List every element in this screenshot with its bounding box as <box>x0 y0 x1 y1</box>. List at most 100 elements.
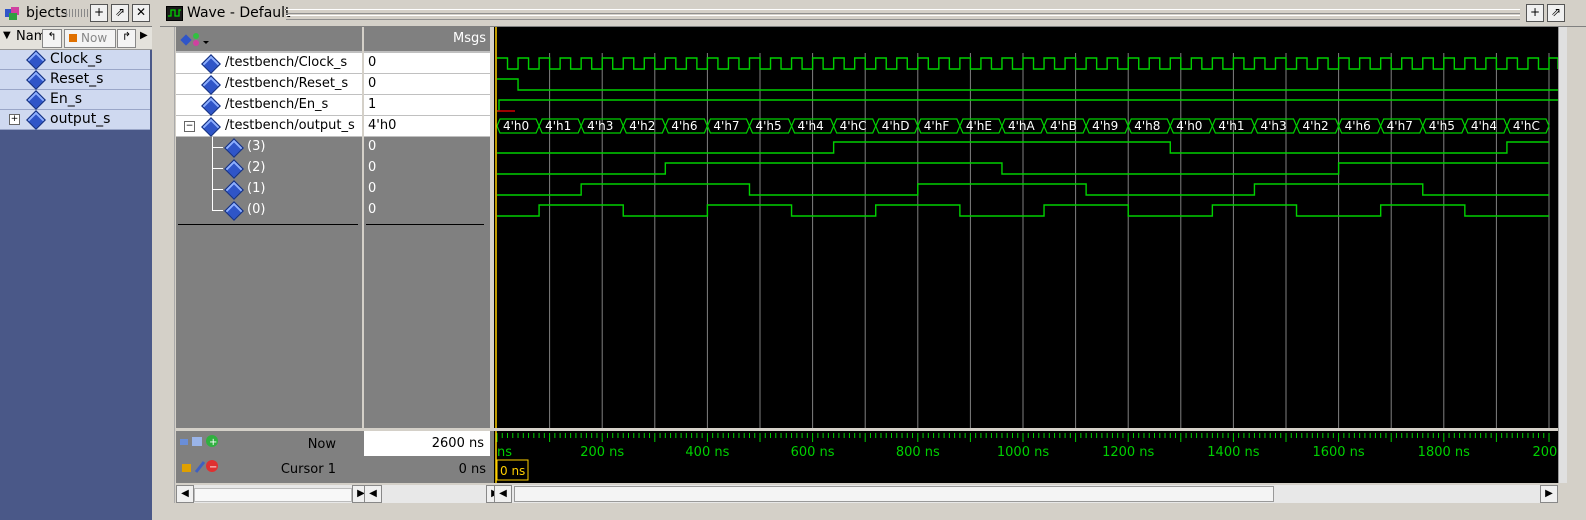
horizontal-scrollbar[interactable]: ◀ ▶ ◀ ▶ ◀ ▶ <box>176 485 1558 503</box>
now-label: Now <box>307 437 336 452</box>
signal-value: 4'h0 <box>368 118 397 133</box>
bus-value-label: 4'h5 <box>755 119 781 133</box>
now-icons[interactable]: + <box>178 433 222 449</box>
bus-value-label: 4'hA <box>1008 119 1036 133</box>
waveform-plot[interactable]: 4'h0 4'h1 4'h3 4'h2 4'h6 4'h7 4'h5 4'h4 4'hC 4'hD… <box>494 27 1558 428</box>
signal-diamond-icon <box>26 50 46 70</box>
signal-value-row[interactable]: 1 <box>364 95 490 116</box>
bus-value-label: 4'hC <box>840 119 867 133</box>
signal-name-row[interactable]: /testbench/Clock_s <box>176 53 362 74</box>
bus-value-label: 4'h7 <box>1387 119 1413 133</box>
svg-text:−: − <box>209 462 217 473</box>
undock-icon[interactable]: ⇗ <box>1547 4 1565 22</box>
signal-value: 1 <box>368 97 377 112</box>
bus-value-label: 4'hF <box>924 119 950 133</box>
drag-grip[interactable] <box>66 9 88 17</box>
bus-value-label: 4'h1 <box>545 119 571 133</box>
bus-value-label: 4'h7 <box>713 119 739 133</box>
forward-icon[interactable]: ↱ <box>117 29 136 48</box>
clock-waveform <box>497 57 1558 70</box>
object-row[interactable]: En_s <box>0 90 150 110</box>
signal-name-row[interactable]: /testbench/Reset_s <box>176 74 362 95</box>
bus-value-label: 4'h5 <box>1429 119 1455 133</box>
plot-vertical-scrollbar[interactable] <box>1558 27 1567 483</box>
wave-tools-icon[interactable] <box>180 30 210 48</box>
object-label: output_s <box>50 111 111 127</box>
bit-name-row[interactable]: (0) <box>176 190 362 221</box>
signal-diamond-icon <box>201 75 221 95</box>
cursor-icons[interactable]: − <box>178 458 222 476</box>
cursor-flag-label: 0 ns <box>500 464 525 478</box>
now-value-box: 2600 ns <box>364 431 490 456</box>
time-label: 1000 ns <box>997 445 1049 460</box>
signal-name-row[interactable]: /testbench/En_s <box>176 95 362 116</box>
object-row[interactable]: + output_s <box>0 110 150 130</box>
object-label: Clock_s <box>50 51 103 67</box>
bit-value: 0 <box>368 181 377 196</box>
expand-icon[interactable]: + <box>9 114 20 125</box>
bus-value-label: 4'hE <box>966 119 992 133</box>
bus-value-label: 4'h3 <box>587 119 613 133</box>
enable-waveform <box>497 99 1558 112</box>
names-scroll-track[interactable] <box>194 488 352 502</box>
bit-value-row[interactable]: 0 <box>364 137 490 157</box>
time-label: 1400 ns <box>1207 445 1259 460</box>
plot-scroll-thumb[interactable] <box>514 486 1274 502</box>
bus-value-label: 4'h4 <box>1471 119 1497 133</box>
bit-value: 0 <box>368 139 377 154</box>
bit-name-row[interactable]: (1) <box>176 169 362 200</box>
signal-name: /testbench/Reset_s <box>225 76 349 91</box>
time-label: 200 ns <box>580 445 624 460</box>
time-label: 1200 ns <box>1102 445 1154 460</box>
signal-diamond-icon <box>201 117 221 137</box>
bit-value: 0 <box>368 160 377 175</box>
bus-value-label: 4'h4 <box>798 119 824 133</box>
bit-name: (1) <box>247 181 266 196</box>
signal-value-row[interactable]: 4'h0 <box>364 116 490 137</box>
signal-value-row[interactable]: 0 <box>364 74 490 95</box>
scroll-right-icon[interactable]: ▶ <box>140 30 148 41</box>
scroll-left-icon[interactable]: ◀ <box>176 485 194 503</box>
signal-name: /testbench/En_s <box>225 97 329 112</box>
tree-connector <box>212 137 223 148</box>
add-icon[interactable]: + <box>90 4 108 22</box>
signal-diamond-icon <box>26 90 46 110</box>
svg-text:+: + <box>209 437 217 448</box>
waveform-canvas[interactable]: 4'h0 4'h1 4'h3 4'h2 4'h6 4'h7 4'h5 4'h4 4'hC 4'hD… <box>494 27 1558 428</box>
signal-name-row[interactable]: − /testbench/output_s <box>176 116 362 137</box>
now-button[interactable]: Now <box>64 29 116 48</box>
bit-name-row[interactable]: (2) <box>176 148 362 179</box>
plot-scroll-right-icon[interactable]: ▶ <box>1540 485 1558 503</box>
collapse-icon[interactable]: − <box>184 121 195 132</box>
plot-scroll-left-icon[interactable]: ◀ <box>494 485 512 503</box>
object-row[interactable]: Clock_s <box>0 50 150 70</box>
title-drag-grip[interactable] <box>286 9 1520 20</box>
signal-diamond-icon <box>224 159 244 179</box>
bus-value-label: 4'hD <box>882 119 910 133</box>
cursor-value: 0 ns <box>458 462 486 477</box>
tree-connector <box>212 148 223 169</box>
time-label: 1600 ns <box>1312 445 1364 460</box>
bit-value-row[interactable]: 0 <box>364 158 490 178</box>
back-arrow-icon[interactable]: ↰ <box>42 29 62 48</box>
time-label: 800 ns <box>896 445 940 460</box>
cursor-label: Cursor 1 <box>280 462 336 477</box>
wave-title: Wave - Default <box>187 5 291 21</box>
object-row[interactable]: Reset_s <box>0 70 150 90</box>
bit-name-row[interactable]: (3) <box>176 137 362 158</box>
signal-value-row[interactable]: 0 <box>364 53 490 74</box>
timeline-ruler[interactable]: ns 200 ns 400 ns 600 ns 800 ns 1000 ns 1200 ns… <box>494 431 1558 483</box>
bit-value-row[interactable]: 0 <box>364 179 490 199</box>
timeline-canvas[interactable]: ns 200 ns 400 ns 600 ns 800 ns 1000 ns 1200 ns… <box>494 431 1558 483</box>
bus-value-label: 4'hB <box>1050 119 1077 133</box>
values-scroll-left-icon[interactable]: ◀ <box>364 485 382 503</box>
bit-name: (2) <box>247 160 266 175</box>
values-header: Msgs <box>364 27 490 53</box>
wave-window-icon <box>166 6 183 21</box>
bus-value-label: 4'h6 <box>671 119 697 133</box>
undock-icon[interactable]: ⇗ <box>111 4 129 22</box>
sort-arrow-icon[interactable]: ▼ <box>3 30 11 41</box>
bit-value-row[interactable]: 0 <box>364 200 490 220</box>
close-icon[interactable]: ✕ <box>132 4 150 22</box>
add-icon[interactable]: + <box>1526 4 1544 22</box>
